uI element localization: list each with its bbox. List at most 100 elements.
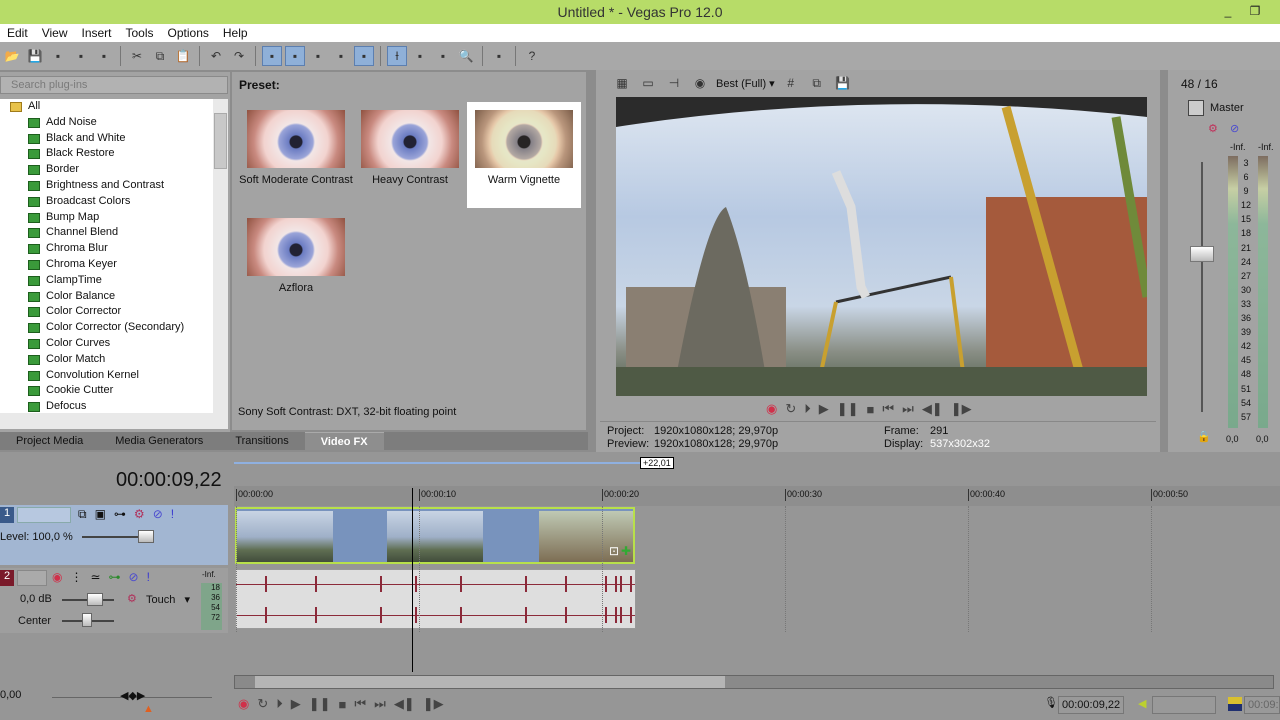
menu-insert[interactable]: Insert xyxy=(74,24,118,42)
plugin-list-horizontal-scrollbar[interactable] xyxy=(0,413,228,429)
plugin-item[interactable]: Brightness and Contrast xyxy=(0,178,213,194)
track-fx-icon[interactable]: ⚙ xyxy=(134,507,145,522)
tab-project-media[interactable]: Project Media xyxy=(0,432,99,450)
level-slider-handle[interactable] xyxy=(138,530,154,543)
lock-envelopes-button[interactable]: ▪ xyxy=(285,46,305,66)
loop-region-bar[interactable] xyxy=(234,462,640,464)
pause-button[interactable]: ❚❚ xyxy=(309,696,331,712)
stop-button[interactable]: ■ xyxy=(339,697,347,712)
copy-snapshot-icon[interactable]: ⧉ xyxy=(807,73,827,93)
plugin-item[interactable]: Add Noise xyxy=(0,115,213,131)
next-frame-button[interactable]: ❚▶ xyxy=(951,401,972,417)
paste-button[interactable]: 📋 xyxy=(173,46,193,66)
plugin-list-vertical-scrollbar[interactable] xyxy=(213,99,228,413)
event-pan-crop-icon[interactable]: ⊡ xyxy=(609,544,619,558)
auto-ripple-button[interactable]: ▪ xyxy=(262,46,282,66)
overlays-icon[interactable]: # xyxy=(781,73,801,93)
volume-slider-handle[interactable] xyxy=(87,593,103,606)
plugin-item[interactable]: Chroma Keyer xyxy=(0,257,213,273)
restore-button[interactable]: ❐ xyxy=(1245,2,1265,20)
record-button[interactable]: ◉ xyxy=(766,401,777,417)
track-motion-icon[interactable]: ⊶ xyxy=(109,570,121,584)
enable-snapping-button[interactable]: ▪ xyxy=(489,46,509,66)
go-to-end-button[interactable]: ⏭ xyxy=(374,696,386,712)
pause-button[interactable]: ❚❚ xyxy=(837,401,859,417)
minimize-button[interactable]: _ xyxy=(1218,2,1238,20)
menu-view[interactable]: View xyxy=(35,24,75,42)
play-from-start-button[interactable]: ⏵ xyxy=(804,401,811,417)
ignore-grouping-button[interactable]: ▪ xyxy=(308,46,328,66)
track-name-input[interactable] xyxy=(17,507,71,523)
loop-playback-button[interactable]: ↻ xyxy=(257,696,268,712)
selection-tool-button[interactable]: ▪ xyxy=(433,46,453,66)
project-properties-icon[interactable]: ▦ xyxy=(612,73,632,93)
plugin-item[interactable]: Color Corrector xyxy=(0,304,213,320)
save-snapshot-icon[interactable]: 💾 xyxy=(833,73,853,93)
master-fader-track[interactable] xyxy=(1201,162,1203,412)
go-to-start-button[interactable]: ⏮ xyxy=(354,696,366,712)
next-frame-button[interactable]: ❚▶ xyxy=(423,696,444,712)
input-bus-icon[interactable]: ⋮ xyxy=(70,570,82,584)
redo-button[interactable]: ↷ xyxy=(229,46,249,66)
preset-thumbnail[interactable]: Azflora xyxy=(239,210,353,316)
play-from-start-button[interactable]: ⏵ xyxy=(276,696,283,712)
tab-transitions[interactable]: Transitions xyxy=(219,432,304,450)
plugin-item[interactable]: Color Corrector (Secondary) xyxy=(0,320,213,336)
whats-this-button[interactable]: ? xyxy=(522,46,542,66)
save-as-button[interactable]: ▪ xyxy=(48,46,68,66)
menu-edit[interactable]: Edit xyxy=(0,24,35,42)
motion-icon[interactable]: ⊶ xyxy=(114,507,126,522)
plugin-item[interactable]: Black Restore xyxy=(0,146,213,162)
plugin-item[interactable]: Channel Blend xyxy=(0,225,213,241)
plugin-item[interactable]: ClampTime xyxy=(0,273,213,289)
lock-icon[interactable]: 🔒 xyxy=(1197,430,1211,443)
stop-button[interactable]: ■ xyxy=(867,402,875,417)
open-button[interactable]: 📂 xyxy=(2,46,22,66)
preset-thumbnail[interactable]: Heavy Contrast xyxy=(353,102,467,208)
preview-quality-dropdown[interactable]: Best (Full) ▾ xyxy=(716,77,775,90)
selection-end-field[interactable]: 00:09: xyxy=(1244,696,1280,714)
plugin-item[interactable]: Black and White xyxy=(0,131,213,147)
solo-icon[interactable]: ! xyxy=(147,570,150,584)
event-fx-icon[interactable]: ✚ xyxy=(621,544,631,558)
make-compositing-child-icon[interactable]: ▣ xyxy=(95,507,106,522)
plugin-item[interactable]: Bump Map xyxy=(0,210,213,226)
video-fx-icon[interactable]: ◉ xyxy=(690,73,710,93)
menu-tools[interactable]: Tools xyxy=(119,24,161,42)
mute-track-icon[interactable]: ⊘ xyxy=(129,570,139,584)
preset-thumbnail[interactable]: Soft Moderate Contrast xyxy=(239,102,353,208)
external-monitor-icon[interactable]: ▭ xyxy=(638,73,658,93)
loop-playback-button[interactable]: ↻ xyxy=(785,401,796,417)
automation-icon[interactable]: ⚙ xyxy=(127,592,137,605)
previous-frame-button[interactable]: ◀❚ xyxy=(922,401,943,417)
track-name-input[interactable] xyxy=(17,570,47,586)
go-to-start-button[interactable]: ⏮ xyxy=(882,401,894,417)
plugin-item[interactable]: Cookie Cutter xyxy=(0,383,213,399)
preset-thumbnail[interactable]: Warm Vignette xyxy=(467,102,581,208)
master-fx-gear-icon[interactable]: ⚙ xyxy=(1208,122,1218,135)
search-plugins-input[interactable]: Search plug-ins xyxy=(0,76,228,94)
plugin-item[interactable]: Border xyxy=(0,162,213,178)
auto-crossfade-button[interactable]: ▪ xyxy=(331,46,351,66)
automation-mode-dropdown[interactable]: Touch ▾ xyxy=(146,593,190,606)
normal-edit-tool-button[interactable]: Ɨ xyxy=(387,46,407,66)
time-ruler[interactable]: 00:00:00 00:00:10 00:00:20 00:00:30 00:00:40… xyxy=(234,486,1280,506)
zoom-tool-button[interactable]: 🔍 xyxy=(456,46,476,66)
properties-button[interactable]: ▪ xyxy=(94,46,114,66)
rate-slider-handle[interactable]: ◀◆▶ xyxy=(120,689,145,702)
video-track-header[interactable]: 1 ⧉ ▣ ⊶ ⚙ ⊘! Level: 100,0 % xyxy=(0,505,228,565)
plugin-item[interactable]: Broadcast Colors xyxy=(0,194,213,210)
play-button[interactable]: ▶ xyxy=(291,696,301,712)
invert-phase-icon[interactable]: ≃ xyxy=(90,570,100,584)
tab-video-fx[interactable]: Video FX xyxy=(304,432,384,450)
arm-record-icon[interactable]: ◉ xyxy=(52,570,62,584)
tab-media-generators[interactable]: Media Generators xyxy=(99,432,219,450)
solo-icon[interactable]: ! xyxy=(171,507,174,522)
plugin-item[interactable]: Defocus xyxy=(0,399,213,413)
composite-mode-icon[interactable]: ⧉ xyxy=(78,507,87,522)
plugin-item[interactable]: Convolution Kernel xyxy=(0,368,213,384)
menu-help[interactable]: Help xyxy=(216,24,255,42)
go-to-end-button[interactable]: ⏭ xyxy=(902,401,914,417)
video-event[interactable]: ⊡ ✚ xyxy=(235,507,635,564)
copy-button[interactable]: ⧉ xyxy=(150,46,170,66)
